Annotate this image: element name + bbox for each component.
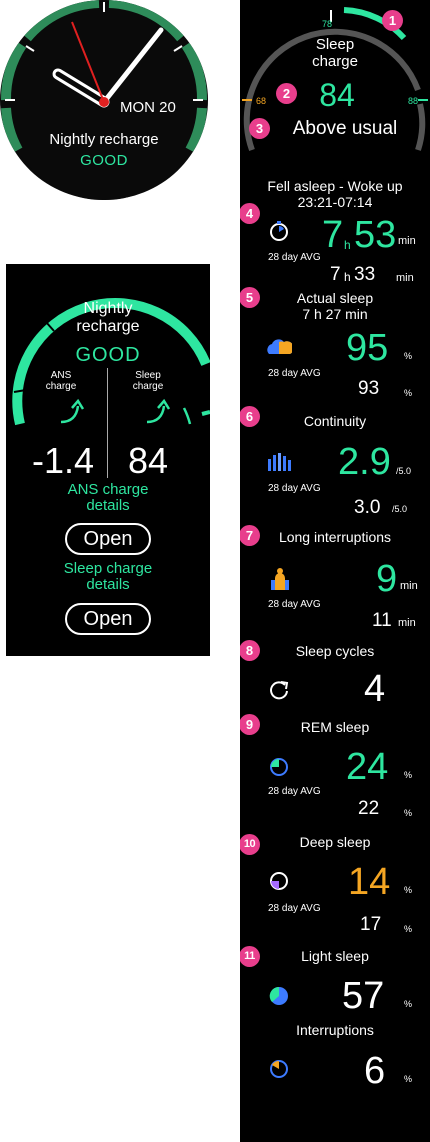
sleep-details-label-line1: Sleep charge [63,560,153,577]
duration-avg-hours: 7 [330,264,341,285]
panel-title-line1: Nightly [83,300,133,317]
recharge-status: GOOD [75,344,141,366]
duration-min-unit: min [398,235,416,247]
sleep-charge-label-line1: Sleep [135,370,161,381]
light-sleep-unit: % [404,999,413,1009]
date-label: MON 20 [120,99,176,116]
continuity-avg-unit: /5.0 [392,504,408,514]
duration-minutes: 53 [354,214,397,256]
continuity-title: Continuity [303,413,367,429]
trend-arrow-partial-icon [182,407,192,425]
deep-sleep-avg-value: 17 [360,914,382,935]
actual-sleep-subtitle: 7 h 27 min [302,306,368,322]
duration-avg-minutes: 33 [354,264,376,285]
sleep-details-label-line2: details [86,576,130,593]
duration-h-unit: h [344,238,351,252]
stopwatch-icon [270,221,288,241]
ans-details-label-line1: ANS charge [67,481,149,498]
watch-face-dial [0,0,208,200]
long-interruptions-avg-label: 28 day AVG [268,599,321,610]
long-interruptions-avg-value: 11 [372,610,392,631]
badge-2: 2 [276,83,297,104]
rem-sleep-unit: % [404,770,413,780]
ans-details-label-line2: details [86,497,130,514]
actual-sleep-avg-unit: % [404,388,413,398]
interruption-pie-icon [270,1060,288,1078]
duration-avg-label: 28 day AVG [268,252,321,263]
ans-charge-value: -1.4 [32,440,95,481]
long-interruptions-title: Long interruptions [278,529,392,545]
nightly-recharge-status: GOOD [80,152,128,169]
long-interruption-icon [271,568,289,590]
deep-sleep-avg-unit: % [404,924,413,934]
badge-3: 3 [249,118,270,139]
deep-sleep-avg-label: 28 day AVG [268,903,321,914]
sleep-charge-panel[interactable]: 78 68 88 Sleep charge 84 Above usual 1 2… [240,0,430,1142]
rem-sleep-value: 24 [346,746,389,788]
continuity-value: 2.9 [338,441,391,483]
rem-sleep-avg-value: 22 [358,798,380,819]
deep-sleep-value: 14 [348,861,391,903]
sleep-times-value: 23:21-07:14 [297,194,373,210]
duration-avg-h-unit: h [344,270,351,284]
long-interruptions-value: 9 [376,558,398,600]
interruptions-value: 6 [364,1050,386,1092]
nightly-recharge-panel[interactable]: Nightly recharge GOOD ANS charge Sleep c… [6,264,210,656]
nightly-recharge-label: Nightly recharge [49,131,159,148]
interruptions-unit: % [404,1074,413,1084]
cycle-arrow-icon [270,681,289,700]
light-sleep-value: 57 [342,975,385,1017]
continuity-avg-label: 28 day AVG [268,483,321,494]
continuity-bars-icon [268,453,291,471]
watch-face: MON 20 Nightly recharge GOOD [0,0,208,200]
deep-sleep-title: Deep sleep [299,834,371,850]
badge-1: 1 [382,10,403,31]
actual-sleep-value: 95 [346,327,389,369]
duration-avg-min-unit: min [396,272,414,284]
sleep-charge-value: 84 [128,440,169,481]
trend-up-arrow-icon [146,398,171,424]
ans-charge-label-line2: charge [45,381,77,392]
sleep-charge-title-line1: Sleep [315,36,355,53]
actual-sleep-avg-value: 93 [358,378,380,399]
rem-sleep-title: REM sleep [300,719,370,735]
open-ans-details-button[interactable]: Open [65,523,151,555]
sleep-cycles-title: Sleep cycles [295,643,375,659]
light-sleep-title: Light sleep [301,948,369,964]
sleep-charge-score: 84 [319,77,355,113]
long-interruptions-avg-unit: min [398,617,416,629]
interruptions-title: Interruptions [296,1022,374,1038]
deep-pie-icon [270,872,288,890]
gauge-top-value: 78 [322,19,333,29]
continuity-unit: /5.0 [396,466,412,476]
panel-title-line2: recharge [76,318,140,335]
rem-sleep-avg-label: 28 day AVG [268,786,321,797]
duration-hours: 7 [322,214,344,256]
actual-sleep-unit: % [404,351,413,361]
sleep-cloud-icon [267,339,292,354]
sleep-charge-label-line2: charge [132,381,164,392]
ans-charge-label-line1: ANS [50,370,72,381]
sleep-cycles-value: 4 [364,668,386,710]
sleep-times-label: Fell asleep - Woke up [267,178,403,194]
rem-sleep-avg-unit: % [404,808,413,818]
actual-sleep-title: Actual sleep [296,290,374,306]
open-sleep-details-button[interactable]: Open [65,603,151,635]
long-interruptions-unit: min [400,580,418,592]
light-pie-icon [269,986,288,1005]
charge-divider [107,368,108,478]
sleep-charge-title-line2: charge [312,53,358,70]
deep-sleep-unit: % [404,885,413,895]
actual-sleep-avg-label: 28 day AVG [268,368,321,379]
rem-pie-icon [270,758,288,776]
continuity-avg-value: 3.0 [354,497,381,518]
trend-up-arrow-icon [60,398,85,424]
